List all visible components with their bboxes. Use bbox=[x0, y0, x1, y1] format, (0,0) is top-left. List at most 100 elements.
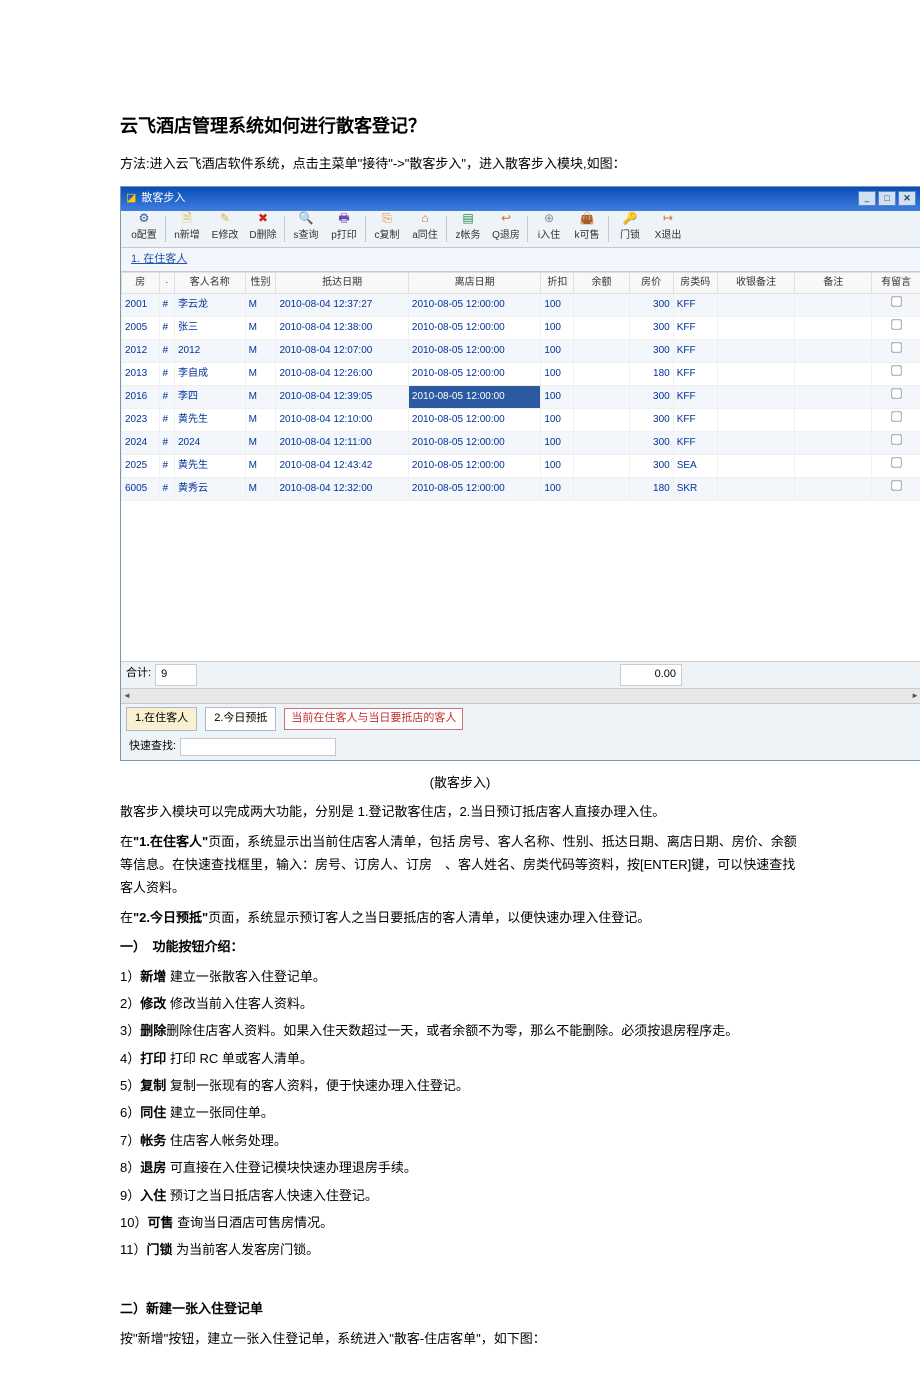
cell: 6005 bbox=[122, 478, 160, 501]
table-row[interactable]: 2012#2012M2010-08-04 12:07:002010-08-05 … bbox=[122, 340, 920, 363]
tab-today-arrivals[interactable]: 2.今日预抵 bbox=[205, 707, 276, 731]
column-header[interactable]: 房 bbox=[122, 273, 160, 294]
column-header[interactable]: 房价 bbox=[629, 273, 673, 294]
column-header[interactable]: 房类码 bbox=[673, 273, 717, 294]
column-header[interactable]: 性别 bbox=[245, 273, 276, 294]
cell: 2010-08-04 12:39:05 bbox=[276, 386, 408, 409]
copy-icon: ⎘ bbox=[380, 212, 394, 226]
cell: 100 bbox=[541, 409, 574, 432]
message-checkbox[interactable] bbox=[891, 435, 901, 445]
del-button[interactable]: ✖D删除 bbox=[245, 214, 281, 244]
cell: # bbox=[159, 386, 174, 409]
column-header[interactable]: 有留言 bbox=[872, 273, 920, 294]
column-header[interactable]: 抵达日期 bbox=[276, 273, 408, 294]
total-count: 9 bbox=[155, 664, 197, 686]
cell: 2005 bbox=[122, 317, 160, 340]
table-row[interactable]: 2023#黄先生M2010-08-04 12:10:002010-08-05 1… bbox=[122, 409, 920, 432]
print-icon: 🖶 bbox=[337, 212, 351, 226]
cell bbox=[717, 432, 794, 455]
lock-button[interactable]: 🔑门锁 bbox=[612, 214, 648, 244]
cell: 180 bbox=[629, 478, 673, 501]
cell: M bbox=[245, 409, 276, 432]
message-checkbox[interactable] bbox=[891, 412, 901, 422]
print-button[interactable]: 🖶p打印 bbox=[326, 214, 362, 244]
message-checkbox[interactable] bbox=[891, 458, 901, 468]
grid-header-row: 房·客人名称性别抵达日期离店日期折扣余额房价房类码收银备注备注有留言 bbox=[122, 273, 920, 294]
paragraph-new-form: 按"新增"按钮，建立一张入住登记单，系统进入"散客-住店客单"，如下图： bbox=[120, 1327, 800, 1350]
message-checkbox[interactable] bbox=[891, 481, 901, 491]
message-checkbox[interactable] bbox=[891, 297, 901, 307]
doc-intro: 方法:进入云飞酒店软件系统，点击主菜单"接待"->"散客步入"，进入散客步入模块… bbox=[120, 152, 800, 175]
setting-button[interactable]: ⚙o配置 bbox=[126, 214, 162, 244]
cell: 黄先生 bbox=[174, 409, 245, 432]
table-row[interactable]: 2025#黄先生M2010-08-04 12:43:422010-08-05 1… bbox=[122, 455, 920, 478]
table-row[interactable]: 6005#黄秀云M2010-08-04 12:32:002010-08-05 1… bbox=[122, 478, 920, 501]
find-button[interactable]: 🔍s查询 bbox=[288, 214, 324, 244]
tab-guests-in-house[interactable]: 1.在住客人 bbox=[126, 707, 197, 731]
list-item: 7）帐务 住店客人帐务处理。 bbox=[120, 1129, 800, 1152]
toolbar-separator bbox=[527, 216, 528, 242]
cell bbox=[574, 432, 629, 455]
cell: 300 bbox=[629, 409, 673, 432]
cell: 300 bbox=[629, 294, 673, 317]
column-header[interactable]: 收银备注 bbox=[717, 273, 794, 294]
toolbar-label: c复制 bbox=[375, 227, 400, 245]
table-row[interactable]: 2013#李自成M2010-08-04 12:26:002010-08-05 1… bbox=[122, 363, 920, 386]
room-icon: ⌂ bbox=[418, 212, 432, 226]
table-row[interactable]: 2016#李四M2010-08-04 12:39:052010-08-05 12… bbox=[122, 386, 920, 409]
cell: 100 bbox=[541, 294, 574, 317]
message-checkbox[interactable] bbox=[891, 320, 901, 330]
column-header[interactable]: 客人名称 bbox=[174, 273, 245, 294]
maximize-button[interactable]: □ bbox=[878, 191, 896, 206]
list-item: 10）可售 查询当日酒店可售房情况。 bbox=[120, 1211, 800, 1234]
avail-button[interactable]: 👜k可售 bbox=[569, 214, 605, 244]
exit-button[interactable]: ↦X退出 bbox=[650, 214, 686, 244]
column-header[interactable]: 备注 bbox=[795, 273, 872, 294]
list-item: 3）删除删除住店客人资料。如果入住天数超过一天，或者余额不为零，那么不能删除。必… bbox=[120, 1019, 800, 1042]
toolbar-label: n新增 bbox=[174, 227, 200, 245]
message-checkbox[interactable] bbox=[891, 389, 901, 399]
message-checkbox[interactable] bbox=[891, 366, 901, 376]
cell: 2010-08-05 12:00:00 bbox=[408, 363, 540, 386]
copy-button[interactable]: ⎘c复制 bbox=[369, 214, 405, 244]
horizontal-scrollbar[interactable]: ◄► bbox=[121, 688, 920, 703]
cell: M bbox=[245, 294, 276, 317]
out-button[interactable]: ↩Q退房 bbox=[488, 214, 524, 244]
in-button[interactable]: ⊕i入住 bbox=[531, 214, 567, 244]
cell bbox=[717, 317, 794, 340]
cell bbox=[574, 340, 629, 363]
cell: M bbox=[245, 386, 276, 409]
table-row[interactable]: 2005#张三M2010-08-04 12:38:002010-08-05 12… bbox=[122, 317, 920, 340]
cell: 100 bbox=[541, 432, 574, 455]
cell bbox=[717, 478, 794, 501]
table-row[interactable]: 2001#李云龙M2010-08-04 12:37:272010-08-05 1… bbox=[122, 294, 920, 317]
edit-button[interactable]: ✎E修改 bbox=[207, 214, 243, 244]
table-row[interactable]: 2024#2024M2010-08-04 12:11:002010-08-05 … bbox=[122, 432, 920, 455]
cell: 2010-08-04 12:07:00 bbox=[276, 340, 408, 363]
toolbar-label: i入住 bbox=[538, 227, 560, 245]
quick-search-label: 快速查找: bbox=[129, 737, 176, 757]
screenshot-caption: (散客步入) bbox=[120, 771, 800, 794]
cell bbox=[872, 386, 920, 409]
cell: M bbox=[245, 340, 276, 363]
del-icon: ✖ bbox=[256, 212, 270, 226]
message-checkbox[interactable] bbox=[891, 343, 901, 353]
minimize-button[interactable]: _ bbox=[858, 191, 876, 206]
list-item: 9）入住 预订之当日抵店客人快速入住登记。 bbox=[120, 1184, 800, 1207]
column-header[interactable]: 离店日期 bbox=[408, 273, 540, 294]
app-window: ◪ 散客步入 _ □ ✕ ⚙o配置🗎n新增✎E修改✖D删除🔍s查询🖶p打印⎘c复… bbox=[120, 186, 920, 761]
list-item: 6）同住 建立一张同住单。 bbox=[120, 1101, 800, 1124]
cell bbox=[717, 409, 794, 432]
setting-icon: ⚙ bbox=[137, 212, 151, 226]
room-button[interactable]: ⌂a同住 bbox=[407, 214, 443, 244]
close-button[interactable]: ✕ bbox=[898, 191, 916, 206]
column-header[interactable]: 余额 bbox=[574, 273, 629, 294]
quick-search-input[interactable] bbox=[180, 738, 336, 756]
column-header[interactable]: · bbox=[159, 273, 174, 294]
cell bbox=[717, 386, 794, 409]
new-button[interactable]: 🗎n新增 bbox=[169, 214, 205, 244]
acct-button[interactable]: ▤z帐务 bbox=[450, 214, 486, 244]
edit-icon: ✎ bbox=[218, 212, 232, 226]
cell: KFF bbox=[673, 317, 717, 340]
column-header[interactable]: 折扣 bbox=[541, 273, 574, 294]
